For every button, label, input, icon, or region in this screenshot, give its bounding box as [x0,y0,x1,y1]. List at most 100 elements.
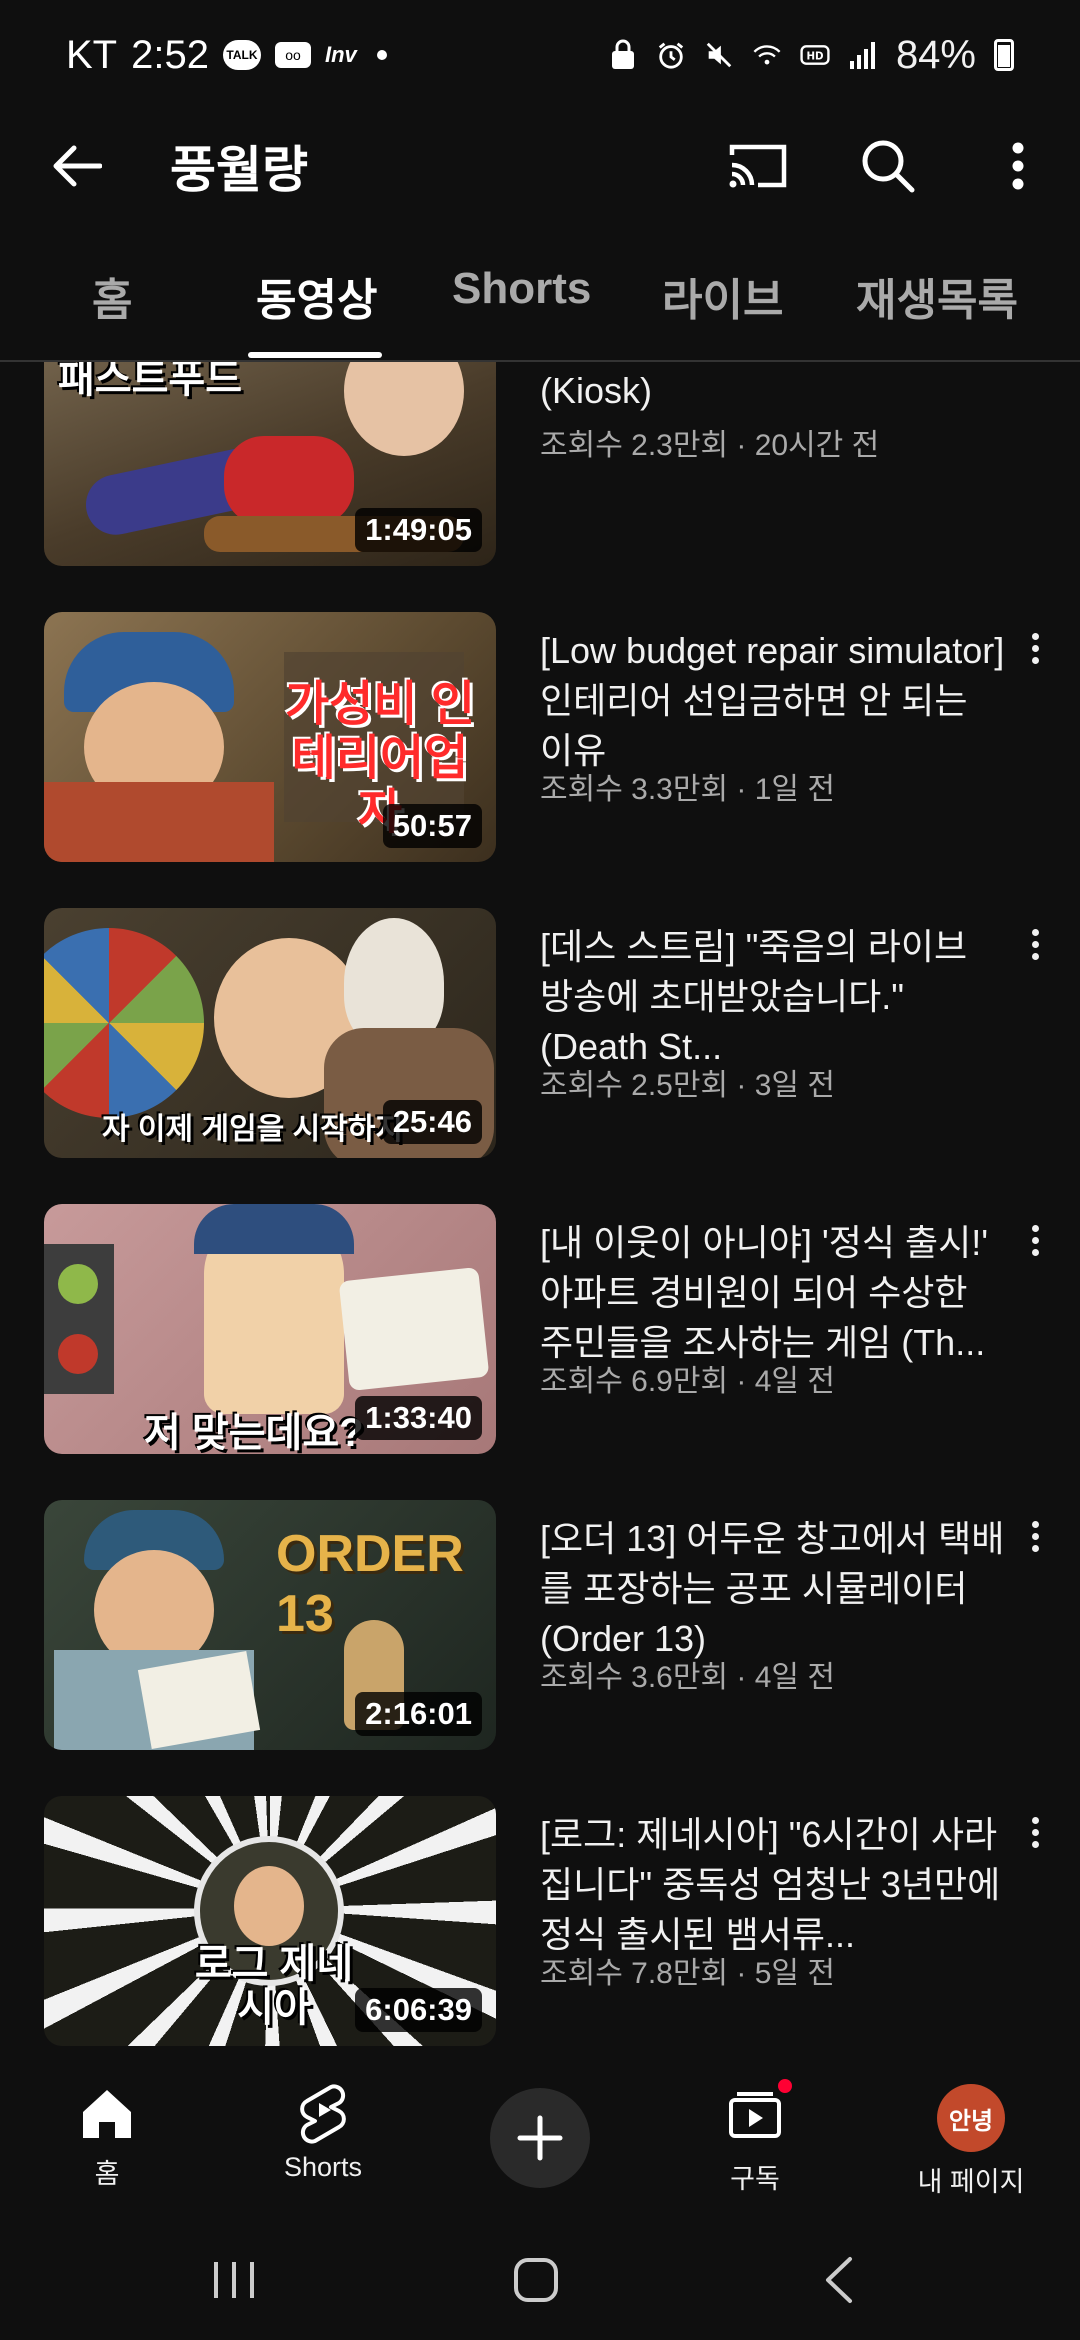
nav-you[interactable]: 안녕 내 페이지 [896,2084,1046,2199]
more-notifications-dot-icon [376,50,387,60]
video-more-button[interactable] [1020,1810,1050,1854]
video-item[interactable]: 자 이제 게임을 시작하지 25:46 [데스 스트림] "죽음의 라이브 방송… [0,908,1080,1158]
nav-home-label: 홈 [94,2159,120,2189]
dot-icon [1031,644,1039,652]
video-more-button[interactable] [1020,1218,1050,1262]
video-title[interactable]: [오더 13] 어두운 창고에서 택배를 포장하는 공포 시뮬레이터 (Orde… [540,1514,1010,1664]
nav-shorts-label: Shorts [283,2152,363,2182]
nav-subscriptions[interactable]: 구독 [680,2076,830,2196]
tab-home[interactable]: 홈 [92,264,132,328]
more-options-button[interactable] [986,134,1050,198]
nav-shorts[interactable]: Shorts [248,2084,398,2183]
tab-playlists[interactable]: 재생목록 [856,264,1018,328]
voicemail-icon: oo [274,42,311,68]
dot-icon [1031,1828,1039,1836]
video-duration: 6:06:39 [355,1988,482,2032]
video-meta: 조회수 2.3만회 · 20시간 전 [540,429,880,462]
video-title[interactable]: [내 이웃이 아니야] '정식 출시!' 아파트 경비원이 되어 수상한 주민들… [540,1218,1010,1368]
cast-icon [729,144,787,188]
svg-text:HD: HD [806,51,823,63]
channel-title: 풍월량 [170,142,308,198]
app-bar: 풍월량 [0,110,1080,220]
video-thumbnail[interactable]: 로그 제네시아 6:06:39 [44,1796,496,2046]
home-system-button[interactable] [506,2250,566,2310]
status-time: 2:52 [131,32,209,77]
status-left: KT 2:52 TALK oo Inv [66,33,387,78]
battery-percent: 84% [895,32,976,77]
tab-shorts[interactable]: Shorts [452,264,591,314]
video-thumbnail[interactable]: 패스트푸드 1:49:05 [44,362,496,566]
video-list: 패스트푸드 1:49:05 첫날인데...손님이 진상이다 (Kiosk) 조회… [0,362,1080,2074]
home-icon [83,2090,131,2138]
signal-icon [848,38,878,72]
thumbnail-caption: 로그 제네시아 [194,1942,354,2030]
inv-icon: Inv [324,42,357,67]
video-more-button[interactable] [1020,626,1050,670]
video-duration: 1:49:05 [355,508,482,552]
video-thumbnail[interactable]: ORDER 13 2:16:01 [44,1500,496,1750]
dot-icon [1031,1236,1039,1244]
video-item[interactable]: 패스트푸드 1:49:05 첫날인데...손님이 진상이다 (Kiosk) 조회… [0,362,1080,566]
create-button[interactable] [490,2088,590,2188]
dot-icon [1031,940,1039,948]
dot-icon [1031,1520,1039,1528]
thumbnail-caption: ORDER 13 [276,1525,464,1643]
video-item[interactable]: 로그 제네시아 6:06:39 [로그: 제네시아] "6시간이 사라집니다" … [0,1796,1080,2046]
video-more-button[interactable] [1020,922,1050,966]
video-item[interactable]: ORDER 13 2:16:01 [오더 13] 어두운 창고에서 택배를 포장… [0,1500,1080,1750]
shorts-icon [300,2084,346,2144]
system-navigation [0,2210,1080,2340]
nav-you-label: 내 페이지 [917,2167,1025,2197]
carrier-label: KT [66,32,118,77]
video-meta: 조회수 6.9만회 · 4일 전 [540,1365,835,1398]
avatar: 안녕 [937,2084,1005,2152]
video-duration: 2:16:01 [355,1692,482,1736]
recent-apps-button[interactable] [204,2250,264,2310]
nav-subscriptions-label: 구독 [730,2164,780,2194]
tab-live[interactable]: 라이브 [662,264,783,328]
tab-videos[interactable]: 동영상 [256,264,377,328]
status-bar: KT 2:52 TALK oo Inv HD 84% [0,0,1080,110]
video-more-button[interactable] [1020,1514,1050,1558]
nav-home[interactable]: 홈 [32,2084,182,2191]
back-button[interactable] [44,134,108,198]
appbar-actions [726,134,1050,198]
cast-button[interactable] [726,134,790,198]
dot-icon [1031,1532,1039,1540]
video-meta: 조회수 3.3만회 · 1일 전 [540,773,835,806]
video-title[interactable]: [Low budget repair simulator] 인테리어 선입금하면… [540,626,1010,776]
search-button[interactable] [856,134,920,198]
home-square-icon [514,2258,558,2302]
search-icon [862,140,915,193]
video-thumbnail[interactable]: 자 이제 게임을 시작하지 25:46 [44,908,496,1158]
mute-icon [704,38,734,72]
battery-icon [994,39,1014,71]
alarm-icon [656,38,686,72]
video-title[interactable]: [로그: 제네시아] "6시간이 사라집니다" 중독성 엄청난 3년만에 정식 … [540,1810,1010,1960]
video-title[interactable]: [데스 스트림] "죽음의 라이브 방송에 초대받았습니다." (Death S… [540,922,1010,1072]
video-thumbnail[interactable]: 저 맞는데요? 1:33:40 [44,1204,496,1454]
back-system-button[interactable] [810,2250,870,2310]
video-thumbnail[interactable]: 가성비 인테리어업자 50:57 [44,612,496,862]
recent-apps-icon [214,2262,254,2298]
kakaotalk-icon: TALK [222,40,261,70]
thumbnail-caption: 자 이제 게임을 시작하지 [102,1113,404,1146]
hd-voice-icon: HD [800,38,830,72]
video-item[interactable]: 저 맞는데요? 1:33:40 [내 이웃이 아니야] '정식 출시!' 아파트… [0,1204,1080,1454]
video-duration: 50:57 [382,804,482,848]
dot-icon [1031,1248,1039,1256]
video-item[interactable]: 가성비 인테리어업자 50:57 [Low budget repair simu… [0,612,1080,862]
dot-icon [1031,1544,1039,1552]
lock-icon [608,38,638,72]
video-title[interactable]: 첫날인데...손님이 진상이다 (Kiosk) [540,362,1010,416]
thumbnail-caption: 저 맞는데요? [144,1411,364,1454]
dot-icon [1031,952,1039,960]
plus-icon [517,2115,563,2161]
back-chevron-icon [826,2257,852,2303]
subscriptions-icon [729,2092,781,2138]
vertical-ellipsis-icon [1012,142,1024,190]
status-right: HD 84% [608,33,1014,78]
video-duration: 1:33:40 [355,1396,482,1440]
bottom-navigation: 홈 Shorts 구독 안녕 내 페이지 [0,2070,1080,2210]
thumbnail-caption: 패스트푸드 [58,362,242,401]
